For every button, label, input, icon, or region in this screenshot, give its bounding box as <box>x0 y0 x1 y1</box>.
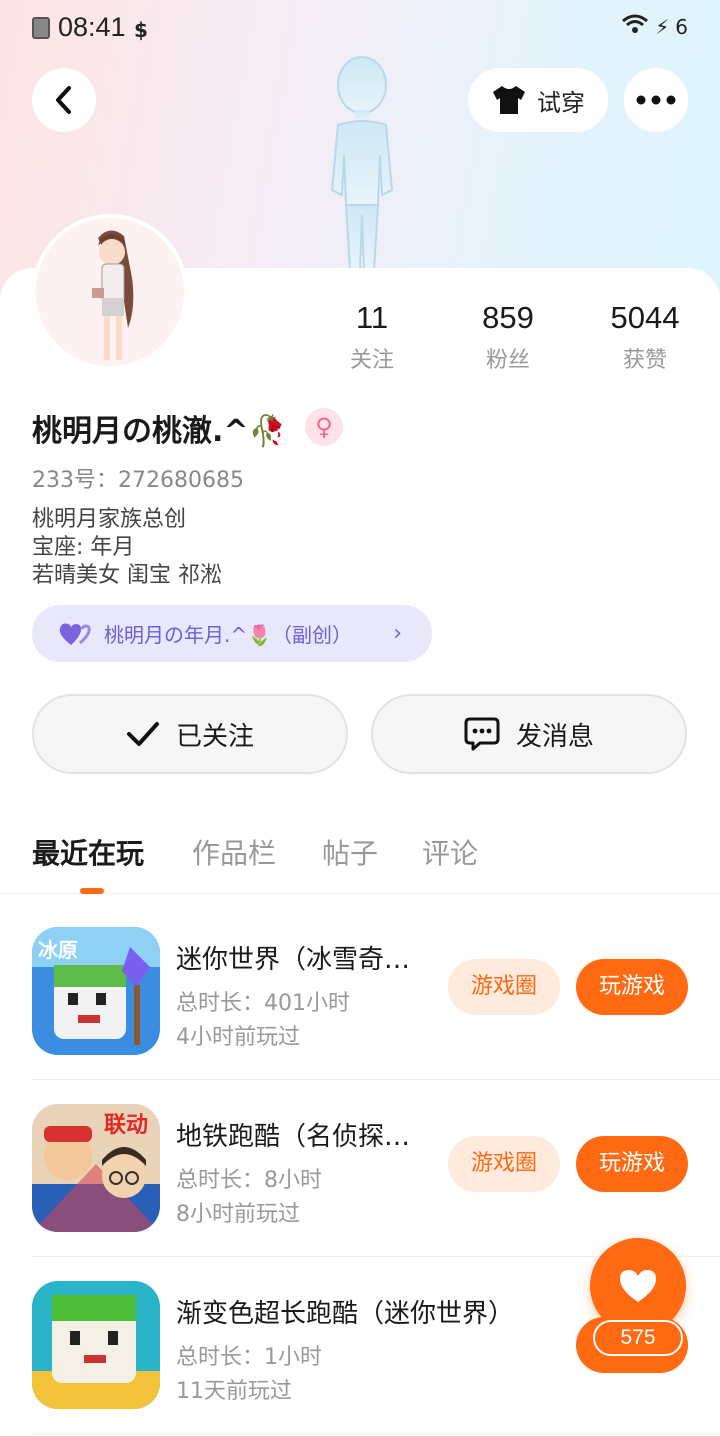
play-game-button[interactable]: 玩游戏 <box>576 1136 688 1192</box>
game-duration: 总时长：1小时 <box>176 1345 322 1370</box>
tab-works[interactable]: 作品栏 <box>192 832 276 872</box>
like-count: 575 <box>593 1320 683 1356</box>
female-gender-icon: ♀ <box>305 408 343 446</box>
game-icon-mini-world-ice: 冰原 <box>32 927 160 1055</box>
profile-name: 桃明月の桃澈.^🥀 <box>32 414 286 449</box>
game-duration: 总时长：401小时 <box>176 991 350 1016</box>
avatar[interactable] <box>32 214 188 370</box>
svg-text:联动: 联动 <box>104 1113 148 1138</box>
chat-bubble-icon <box>464 717 500 751</box>
try-on-label: 试穿 <box>537 88 585 117</box>
game-title: 地铁跑酷（名侦探… <box>176 1122 411 1152</box>
profile-bio: 桃明月家族总创 宝座: 年月 若晴美女 闺宝 祁淞 <box>32 506 222 590</box>
tab-posts[interactable]: 帖子 <box>322 832 378 872</box>
dressup-avatar-figure[interactable] <box>300 55 420 270</box>
stat-following-value: 11 <box>355 300 389 335</box>
bio-line: 宝座: 年月 <box>32 535 135 560</box>
game-circle-button[interactable]: 游戏圈 <box>448 1136 560 1192</box>
stat-likes-label: 获赞 <box>622 348 667 373</box>
stat-following-label: 关注 <box>349 348 394 373</box>
game-title: 渐变色超长跑酷（迷你世界） <box>176 1299 515 1329</box>
try-on-button[interactable]: 试穿 <box>468 68 608 132</box>
back-button[interactable] <box>32 68 96 132</box>
checkmark-icon <box>126 722 159 746</box>
game-last-played: 11天前玩过 <box>176 1379 292 1404</box>
active-tab-indicator <box>80 888 104 894</box>
stat-fans[interactable]: 859 粉丝 <box>438 300 578 374</box>
tab-recently-played[interactable]: 最近在玩 <box>32 832 144 872</box>
chevron-right-icon: › <box>393 621 402 646</box>
family-label: 桃明月の年月.^🌷（副创） <box>104 623 353 647</box>
character-avatar-image <box>36 218 184 366</box>
sim-icon <box>32 17 50 39</box>
svg-text:冰原: 冰原 <box>38 938 78 962</box>
status-bar: 08:41 $ ⚡ 6 <box>0 0 720 58</box>
list-item[interactable]: 冰原 迷你世界（冰雪奇… 总时长：401小时 4小时前玩过 游戏圈 玩游戏 <box>32 903 720 1080</box>
heart-icon <box>620 1270 656 1302</box>
play-game-button[interactable]: 玩游戏 <box>576 959 688 1015</box>
bio-line: 桃明月家族总创 <box>32 507 187 532</box>
more-options-button[interactable] <box>624 68 688 132</box>
status-right-group: ⚡ 6 <box>621 14 688 39</box>
stat-fans-value: 859 <box>482 300 534 335</box>
send-message-label: 发消息 <box>515 721 594 752</box>
more-dots-icon <box>636 95 676 105</box>
list-item[interactable]: 联动 地铁跑酷（名侦探… 总时长：8小时 8小时前玩过 游戏圈 玩游戏 <box>32 1080 720 1257</box>
chevron-left-icon <box>56 86 71 114</box>
hearts-icon <box>59 623 91 645</box>
game-circle-button[interactable]: 游戏圈 <box>448 959 560 1015</box>
bio-line: 若晴美女 闺宝 祁淞 <box>32 563 222 588</box>
stat-fans-label: 粉丝 <box>485 348 530 373</box>
game-last-played: 4小时前玩过 <box>176 1025 300 1050</box>
stat-likes-value: 5044 <box>610 300 680 335</box>
game-last-played: 8小时前玩过 <box>176 1202 300 1227</box>
tshirt-icon <box>493 86 525 114</box>
battery-level: 6 <box>675 14 688 39</box>
wifi-icon <box>621 14 649 39</box>
status-time: 08:41 <box>58 12 126 42</box>
game-icon-mini-world-runner <box>32 1281 160 1409</box>
game-icon-subway-surfers-conan: 联动 <box>32 1104 160 1232</box>
followed-button[interactable]: 已关注 <box>32 694 348 774</box>
profile-tabs: 最近在玩 作品栏 帖子 评论 <box>0 830 720 894</box>
user-id[interactable]: 233号：272680685 <box>32 462 244 494</box>
sync-icon: $ <box>134 18 148 42</box>
followed-label: 已关注 <box>175 721 254 752</box>
game-title: 迷你世界（冰雪奇… <box>176 945 411 975</box>
family-link[interactable]: 桃明月の年月.^🌷（副创） › <box>32 605 432 662</box>
charging-icon: ⚡ <box>655 14 670 39</box>
send-message-button[interactable]: 发消息 <box>371 694 687 774</box>
stat-following[interactable]: 11 关注 <box>302 300 442 374</box>
tab-comments[interactable]: 评论 <box>422 832 478 872</box>
game-duration: 总时长：8小时 <box>176 1168 322 1193</box>
stat-likes[interactable]: 5044 获赞 <box>575 300 715 374</box>
